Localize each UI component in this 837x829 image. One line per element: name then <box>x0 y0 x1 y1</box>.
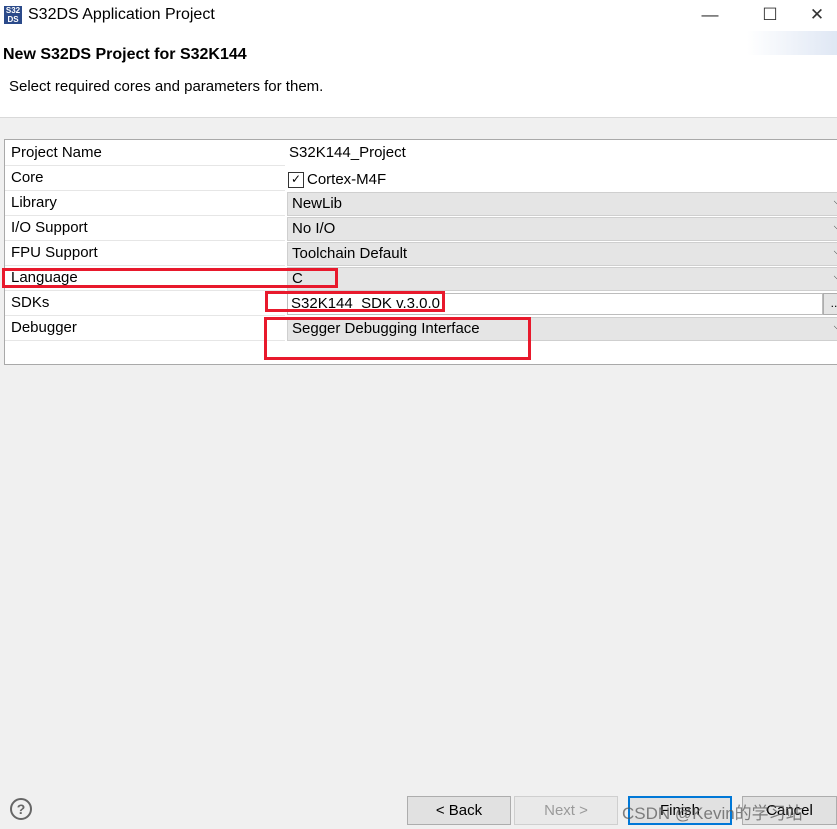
back-button[interactable]: < Back <box>407 796 511 825</box>
core-label: Core <box>11 169 44 186</box>
row-divider <box>5 315 285 316</box>
wizard-description: Select required cores and parameters for… <box>9 78 324 95</box>
core-value: Cortex-M4F <box>307 171 387 188</box>
highlight-box-sdk <box>265 291 445 312</box>
debugger-label: Debugger <box>11 319 77 336</box>
chevron-down-icon: ⌵ <box>834 321 837 334</box>
fpu-support-label: FPU Support <box>11 244 98 261</box>
highlight-box-debugger <box>264 317 531 360</box>
library-select[interactable]: NewLib ⌵ <box>287 192 837 216</box>
close-button[interactable]: ✕ <box>797 2 837 28</box>
sdks-label: SDKs <box>11 294 50 311</box>
maximize-button[interactable]: ☐ <box>750 2 790 28</box>
app-icon: S32 DS <box>4 6 22 24</box>
io-support-select-value: No I/O <box>292 220 336 237</box>
row-divider <box>5 165 285 166</box>
header-banner-graphic <box>747 31 837 55</box>
sdks-browse-button[interactable]: .. <box>823 293 837 315</box>
title-bar: S32 DS S32DS Application Project — ☐ ✕ <box>0 0 837 31</box>
chevron-down-icon: ⌵ <box>834 271 837 284</box>
help-icon[interactable]: ? <box>10 798 32 820</box>
fpu-support-select-value: Toolchain Default <box>292 245 408 262</box>
core-checkbox[interactable]: ✓ <box>288 172 304 188</box>
row-divider <box>5 290 285 291</box>
project-name-label: Project Name <box>11 144 102 161</box>
minimize-button[interactable]: — <box>690 2 730 28</box>
chevron-down-icon: ⌵ <box>834 246 837 259</box>
watermark: CSDN @Kevin的学习站 <box>622 804 803 823</box>
row-divider <box>5 215 285 216</box>
fpu-support-select[interactable]: Toolchain Default ⌵ <box>287 242 837 266</box>
highlight-box-language <box>2 268 338 288</box>
language-select[interactable]: C ⌵ <box>287 267 837 291</box>
library-label: Library <box>11 194 57 211</box>
library-select-value: NewLib <box>292 195 343 212</box>
wizard-title: New S32DS Project for S32K144 <box>3 46 247 63</box>
io-support-select[interactable]: No I/O ⌵ <box>287 217 837 241</box>
row-divider <box>5 265 285 266</box>
wizard-header: New S32DS Project for S32K144 Select req… <box>0 31 837 118</box>
row-divider <box>5 240 285 241</box>
chevron-down-icon: ⌵ <box>834 196 837 209</box>
row-divider <box>5 190 285 191</box>
next-button[interactable]: Next > <box>514 796 618 825</box>
chevron-down-icon: ⌵ <box>834 221 837 234</box>
project-name-value[interactable]: S32K144_Project <box>289 144 406 161</box>
window-title: S32DS Application Project <box>28 6 215 23</box>
io-support-label: I/O Support <box>11 219 88 236</box>
row-divider <box>5 340 285 341</box>
